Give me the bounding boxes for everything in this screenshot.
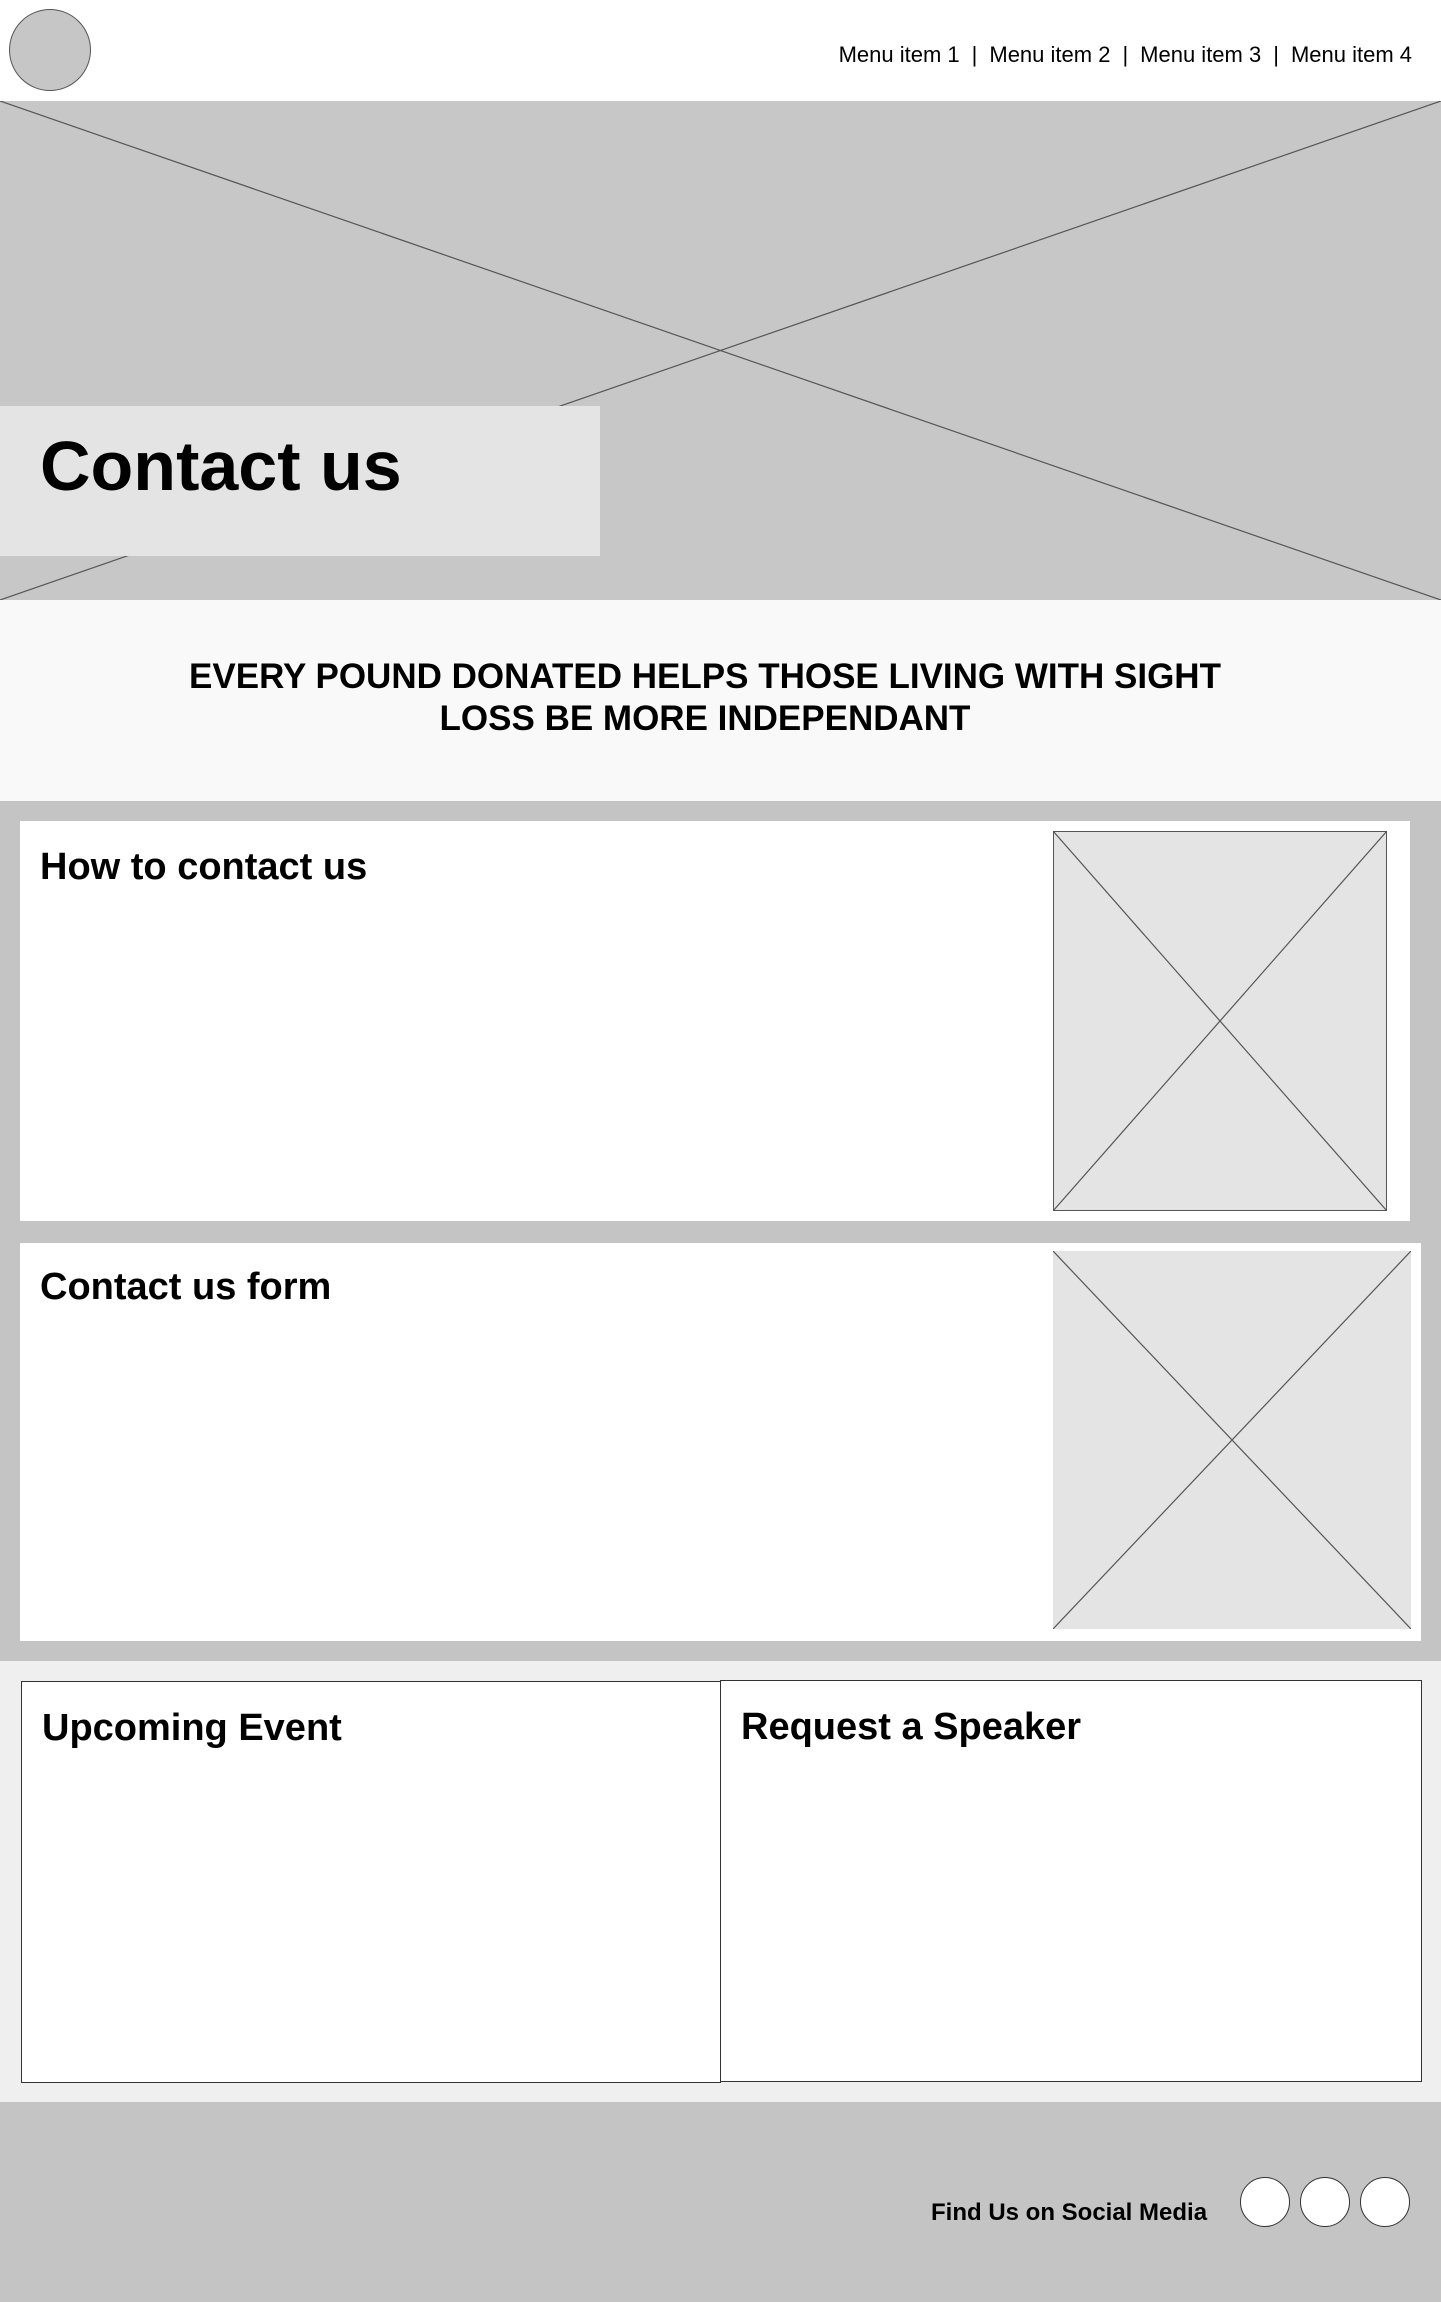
how-to-contact-title: How to contact us (40, 846, 368, 888)
how-to-contact-image-placeholder (1053, 831, 1387, 1211)
page-title: Contact us (40, 427, 402, 505)
nav-menu-item-4[interactable]: Menu item 4 (1291, 42, 1412, 68)
nav-separator: | (971, 42, 978, 67)
request-speaker-title: Request a Speaker (741, 1706, 1082, 1748)
how-to-contact-card: How to contact us (20, 821, 1410, 1221)
contact-section: How to contact us Contact us form (0, 801, 1441, 1661)
donation-banner: EVERY POUND DONATED HELPS THOSE LIVING W… (0, 600, 1441, 801)
social-icon-2[interactable] (1300, 2177, 1350, 2227)
image-placeholder-icon (1053, 831, 1387, 1211)
donation-message: EVERY POUND DONATED HELPS THOSE LIVING W… (189, 657, 1221, 738)
hero-banner: Contact us (0, 101, 1441, 600)
site-header: Menu item 1 | Menu item 2 | Menu item 3 … (0, 0, 1441, 101)
nav-menu-item-2[interactable]: Menu item 2 (989, 42, 1110, 68)
social-icon-1[interactable] (1240, 2177, 1290, 2227)
nav-separator: | (1273, 42, 1279, 67)
social-icon-3[interactable] (1360, 2177, 1410, 2227)
main-nav: Menu item 1 | Menu item 2 | Menu item 3 … (839, 38, 1412, 72)
social-media-label: Find Us on Social Media (931, 2199, 1208, 2226)
logo-icon[interactable] (9, 9, 91, 91)
site-footer: Find Us on Social Media (0, 2102, 1441, 2302)
nav-menu-item-1[interactable]: Menu item 1 (839, 42, 960, 68)
upcoming-event-title: Upcoming Event (42, 1707, 342, 1749)
upcoming-event-panel[interactable]: Upcoming Event (21, 1681, 721, 2083)
nav-separator: | (1122, 42, 1129, 67)
contact-form-image-placeholder (1053, 1251, 1411, 1629)
contact-form-card: Contact us form (20, 1243, 1421, 1641)
request-speaker-panel[interactable]: Request a Speaker (720, 1680, 1422, 2082)
contact-form-title: Contact us form (40, 1266, 332, 1308)
nav-menu-item-3[interactable]: Menu item 3 (1140, 42, 1261, 68)
image-placeholder-icon (1053, 1251, 1411, 1629)
events-section: Upcoming Event Request a Speaker (0, 1661, 1441, 2102)
